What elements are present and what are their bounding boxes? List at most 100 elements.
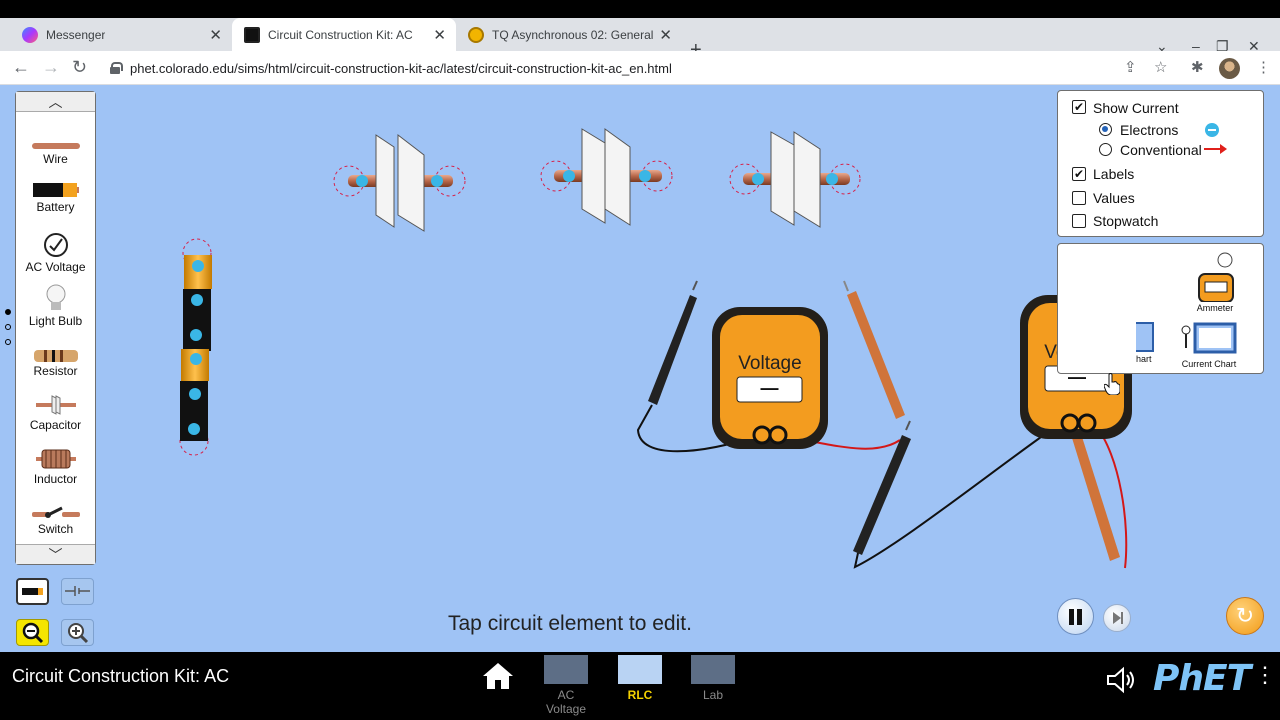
carousel-item-ac-voltage[interactable]: AC Voltage [16, 232, 95, 274]
close-icon[interactable]: ✕ [433, 26, 446, 44]
title-bar [0, 0, 1280, 18]
labels-checkbox[interactable]: ✔ [1072, 167, 1086, 181]
display-options-panel: ✔ Show Current Electrons Conventional ✔ … [1057, 90, 1264, 237]
carousel-up-button[interactable]: ︿ [16, 92, 95, 112]
phet-menu-button[interactable]: ⋮ [1254, 664, 1276, 686]
screen-label: Lab [702, 688, 724, 702]
wire-icon [31, 143, 80, 149]
carousel-item-resistor[interactable]: Resistor [16, 350, 95, 378]
avatar[interactable] [1219, 58, 1240, 79]
ammeter-icon [1198, 252, 1234, 303]
close-icon[interactable]: ✕ [209, 26, 222, 44]
tab-title: Circuit Construction Kit: AC [268, 27, 413, 42]
screen-lab[interactable]: Lab [683, 655, 743, 702]
screen-thumbnail [544, 655, 588, 684]
capacitor-1[interactable] [333, 133, 466, 232]
forward-button[interactable]: → [42, 57, 60, 77]
tab-strip: Messenger ✕ Circuit Construction Kit: AC… [0, 18, 1280, 60]
sound-button[interactable] [1106, 666, 1138, 699]
electron-icon [563, 170, 575, 182]
carousel-item-capacitor[interactable]: Capacitor [16, 394, 95, 432]
page-dot[interactable] [5, 309, 11, 315]
page-dot[interactable] [5, 324, 11, 330]
values-checkbox[interactable] [1072, 191, 1086, 205]
electron-icon [826, 173, 838, 185]
screen-label: RLC [627, 688, 653, 702]
tab-circuit-kit[interactable]: Circuit Construction Kit: AC ✕ [232, 18, 456, 51]
battery-view-icon [22, 588, 43, 595]
voltage-chart-tool[interactable]: hart [1136, 322, 1158, 364]
screen-ac-voltage[interactable]: AC Voltage [536, 655, 596, 716]
address-bar[interactable]: phet.colorado.edu/sims/html/circuit-cons… [104, 54, 1184, 82]
inductor-icon [35, 449, 76, 469]
carousel-down-button[interactable]: ﹀ [16, 544, 95, 564]
screen-label: AC Voltage [545, 688, 587, 716]
carousel-item-label: AC Voltage [25, 260, 86, 274]
electron-icon [188, 423, 200, 435]
carousel-item-battery[interactable]: Battery [16, 182, 95, 214]
carousel-item-inductor[interactable]: Inductor [16, 448, 95, 486]
labels-label: Labels [1093, 166, 1135, 182]
electron-icon [191, 294, 203, 306]
messenger-icon [22, 26, 38, 43]
carousel-item-wire[interactable]: Wire [16, 142, 95, 166]
clock-icon [468, 26, 484, 43]
electron-icon [189, 388, 201, 400]
sim-title: Circuit Construction Kit: AC [12, 666, 230, 686]
tab-title: Messenger [46, 27, 106, 42]
carousel-item-light-bulb[interactable]: Light Bulb [16, 284, 95, 328]
browser-toolbar: ← → ↻ phet.colorado.edu/sims/html/circui… [0, 51, 1280, 85]
close-icon[interactable]: ✕ [659, 26, 672, 44]
reset-all-button[interactable]: ↻ [1226, 597, 1264, 635]
ammeter-tool[interactable]: Ammeter [1190, 250, 1240, 313]
play-area[interactable]: Voltage — Voltage — ︿ Wire Battery AC Vo… [0, 85, 1280, 652]
schematic-icon [65, 586, 90, 596]
schematic-view-button[interactable] [61, 578, 94, 605]
voltmeter-1-reading: — [760, 378, 779, 398]
conventional-radio[interactable] [1099, 143, 1112, 156]
share-icon[interactable]: ⇪ [1124, 58, 1137, 76]
capacitor-3[interactable] [729, 131, 861, 228]
extensions-icon[interactable]: ✱ [1191, 58, 1204, 76]
screen-rlc[interactable]: RLC [610, 655, 670, 702]
ac-voltage-icon [43, 233, 68, 257]
zoom-out-button[interactable] [16, 619, 49, 646]
reload-button[interactable]: ↻ [72, 57, 87, 77]
carousel-item-label: Light Bulb [28, 314, 83, 328]
page-dot[interactable] [5, 339, 11, 345]
electron-icon [356, 175, 368, 187]
zoom-in-button[interactable] [61, 619, 94, 646]
show-current-checkbox[interactable]: ✔ [1072, 100, 1086, 114]
battery-icon [32, 183, 79, 197]
hand-cursor-icon [1104, 373, 1120, 395]
carousel-item-label: Switch [37, 522, 74, 536]
tab-messenger[interactable]: Messenger ✕ [4, 18, 232, 51]
screen-thumbnail [618, 655, 662, 684]
carousel-item-label: Capacitor [29, 418, 82, 432]
current-chart-tool[interactable]: Current Chart [1176, 322, 1242, 369]
current-chart-label: Current Chart [1181, 359, 1237, 369]
pause-button[interactable] [1057, 598, 1094, 635]
tab-tq-asynchronous[interactable]: TQ Asynchronous 02: General Ph ✕ [456, 18, 682, 51]
voltage-chart-label: hart [1136, 354, 1152, 364]
electrons-radio[interactable] [1099, 123, 1112, 136]
ammeter-label: Ammeter [1196, 303, 1234, 313]
lock-icon [110, 62, 123, 74]
carousel-item-switch[interactable]: Switch [16, 506, 95, 536]
battery-stack[interactable] [179, 238, 212, 456]
electron-icon [190, 353, 202, 365]
back-button[interactable]: ← [12, 57, 30, 77]
capacitor-2[interactable] [540, 128, 673, 226]
star-icon[interactable]: ☆ [1154, 58, 1167, 76]
lifelike-view-button[interactable] [16, 578, 49, 605]
electron-icon [1205, 123, 1219, 137]
url-text: phet.colorado.edu/sims/html/circuit-cons… [130, 60, 672, 76]
stopwatch-checkbox[interactable] [1072, 214, 1086, 228]
menu-icon[interactable]: ⋮ [1256, 58, 1271, 76]
values-label: Values [1093, 190, 1135, 206]
voltmeter-1-title: Voltage [738, 353, 802, 374]
step-forward-button[interactable] [1103, 604, 1131, 632]
carousel-item-label: Resistor [33, 364, 78, 378]
home-button[interactable] [482, 662, 514, 695]
carousel-item-label: Inductor [33, 472, 78, 486]
